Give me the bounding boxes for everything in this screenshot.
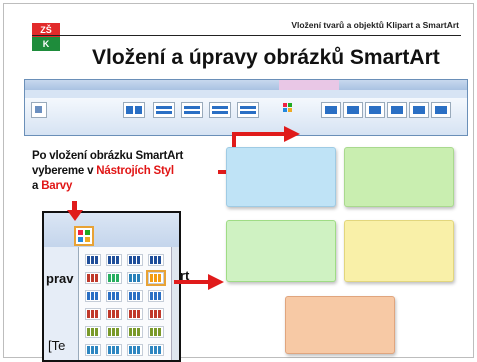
color-swatch[interactable] <box>106 326 122 338</box>
color-swatch[interactable] <box>127 272 143 284</box>
school-logo: ZŠ K <box>32 23 60 51</box>
instruction-line-3-prefix: a <box>32 180 42 192</box>
style-thumb-5 <box>409 102 429 118</box>
background-placeholder-fragment: [Te <box>48 338 66 353</box>
dialog-arrow-icon <box>174 274 224 290</box>
style-thumb-6 <box>431 102 451 118</box>
color-swatch[interactable] <box>106 254 122 266</box>
color-swatch[interactable] <box>106 344 122 356</box>
color-swatch[interactable] <box>85 308 101 320</box>
color-swatch[interactable] <box>148 290 164 302</box>
ribbon-small-buttons-2 <box>83 102 113 114</box>
ribbon-small-buttons <box>49 102 79 114</box>
nastroje-styl-highlight: Nástrojích Styl <box>96 165 174 177</box>
style-thumb-4 <box>387 102 407 118</box>
instruction-line-1: Po vložení obrázku SmartArt <box>32 150 184 162</box>
instruction-line-2: vybereme v Nástrojích Styl <box>32 164 212 179</box>
color-swatch[interactable] <box>127 326 143 338</box>
ribbon-tabs <box>25 90 467 98</box>
color-swatch[interactable] <box>148 254 164 266</box>
header-topic: Vložení tvarů a objektů Klipart a SmartA… <box>291 20 459 30</box>
smartart-shape-light-green <box>226 220 336 282</box>
color-swatch[interactable] <box>85 272 101 284</box>
dropdown-ribbon-strip <box>44 213 179 247</box>
down-arrow-icon <box>67 201 83 221</box>
color-swatch[interactable] <box>148 344 164 356</box>
color-swatch[interactable] <box>127 290 143 302</box>
smartart-shape-orange <box>285 296 395 354</box>
color-swatch[interactable] <box>85 254 101 266</box>
smartart-shape-blue <box>226 147 336 207</box>
change-colors-button-selected <box>74 226 94 246</box>
color-swatch[interactable] <box>148 326 164 338</box>
color-swatch[interactable] <box>127 308 143 320</box>
color-swatch[interactable] <box>127 254 143 266</box>
ribbon-title-bar <box>25 80 467 90</box>
style-thumb-3 <box>365 102 385 118</box>
barvy-highlight: Barvy <box>41 180 73 192</box>
layout-thumb-2 <box>153 102 175 118</box>
dropdown-scrollbar[interactable] <box>171 247 179 360</box>
style-thumb-1 <box>321 102 341 118</box>
instruction-text: Po vložení obrázku SmartArt vybereme v N… <box>32 149 212 194</box>
background-word-fragment: prav <box>46 271 74 286</box>
selected-swatch-highlight <box>146 270 166 286</box>
color-swatch[interactable] <box>148 308 164 320</box>
header-divider <box>32 35 461 36</box>
add-shape-icon <box>31 102 47 118</box>
color-swatch[interactable] <box>85 344 101 356</box>
logo-bottom: K <box>32 37 60 51</box>
change-colors-icon <box>281 102 295 116</box>
slide: ZŠ K Vložení tvarů a objektů Klipart a S… <box>3 3 474 362</box>
color-swatch[interactable] <box>85 290 101 302</box>
layout-thumb-1 <box>123 102 145 118</box>
style-thumb-2 <box>343 102 363 118</box>
color-swatch[interactable] <box>106 272 122 284</box>
instruction-line-2-prefix: vybereme v <box>32 165 97 177</box>
color-swatch[interactable] <box>127 344 143 356</box>
smartart-shape-green <box>344 147 454 207</box>
instruction-line-3: a Barvy <box>32 179 212 194</box>
color-swatch[interactable] <box>85 326 101 338</box>
color-swatch[interactable] <box>106 308 122 320</box>
smartart-shape-yellow <box>344 220 454 282</box>
change-colors-dropdown-screenshot: prav [Te <box>42 211 181 362</box>
layout-thumb-3 <box>181 102 203 118</box>
slide-title: Vložení a úpravy obrázků SmartArt <box>92 46 440 69</box>
color-swatch[interactable] <box>106 290 122 302</box>
